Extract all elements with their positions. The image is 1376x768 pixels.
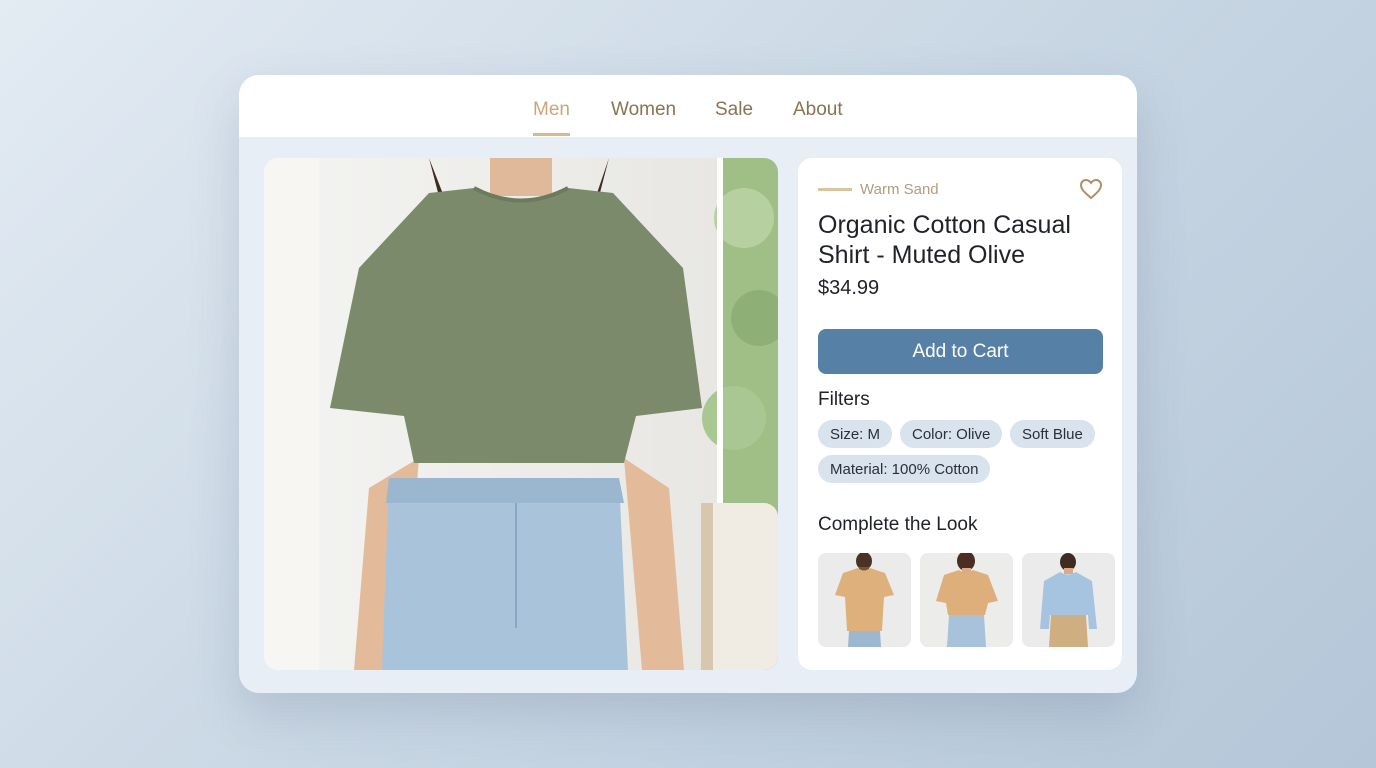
heart-icon[interactable] xyxy=(1079,178,1103,200)
nav-item-men[interactable]: Men xyxy=(533,99,570,136)
product-card: Men Women Sale About Warm Sand Organic C… xyxy=(239,75,1137,693)
look-item-sand-tshirt[interactable] xyxy=(818,553,911,647)
olive-tshirt-model-photo xyxy=(264,158,778,670)
nav-item-women[interactable]: Women xyxy=(611,99,676,133)
complete-the-look-heading: Complete the Look xyxy=(818,514,978,535)
filter-chip-color[interactable]: Color: Olive xyxy=(900,420,1003,448)
nav-item-about[interactable]: About xyxy=(793,99,843,133)
product-price: $34.99 xyxy=(818,277,880,299)
top-navigation: Men Women Sale About xyxy=(239,75,1137,137)
filters-heading: Filters xyxy=(818,389,870,410)
tag-accent-line xyxy=(818,188,852,191)
product-tag: Warm Sand xyxy=(860,181,939,198)
product-details-panel: Warm Sand Organic Cotton Casual Shirt - … xyxy=(798,158,1122,670)
product-title: Organic Cotton Casual Shirt - Muted Oliv… xyxy=(818,211,1071,269)
add-to-cart-button[interactable]: Add to Cart xyxy=(818,329,1103,374)
product-hero-image xyxy=(264,158,778,670)
filter-chip-size[interactable]: Size: M xyxy=(818,420,893,448)
filter-chip-soft-blue[interactable]: Soft Blue xyxy=(1010,420,1095,448)
blue-sweatshirt-icon xyxy=(1022,553,1115,647)
look-item-blue-sweatshirt[interactable] xyxy=(1022,553,1115,647)
nav-item-sale[interactable]: Sale xyxy=(715,99,753,133)
sand-tshirt-icon xyxy=(818,553,911,647)
sand-crop-tee-icon xyxy=(920,553,1013,647)
look-item-sand-crop-tee[interactable] xyxy=(920,553,1013,647)
filter-chip-material[interactable]: Material: 100% Cotton xyxy=(818,455,991,483)
